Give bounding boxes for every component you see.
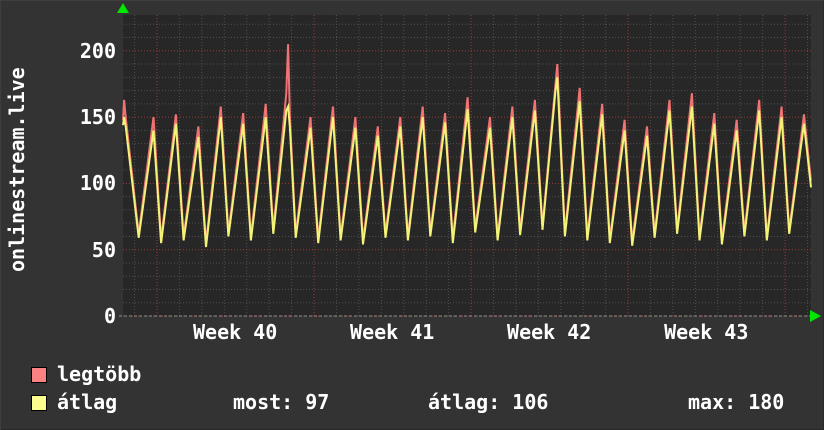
stat-max: max: 180 — [688, 390, 785, 414]
x-tick-label: Week 42 — [507, 320, 592, 344]
stat-most: most: 97 — [233, 390, 330, 414]
y-tick-label: 100 — [79, 171, 116, 196]
x-tick-label: Week 41 — [350, 320, 435, 344]
legend-label-legtobb: legtöbb — [57, 362, 142, 386]
y-tick-label: 150 — [79, 105, 116, 130]
legend-row-atlag: átlag — [31, 390, 118, 414]
x-axis-arrow-icon — [810, 310, 821, 322]
y-axis-arrow-icon — [117, 3, 129, 13]
legend-label-atlag: átlag — [57, 390, 118, 414]
y-tick-label: 50 — [91, 237, 116, 262]
x-tick-label: Week 43 — [664, 320, 749, 344]
legend-swatch-legtobb — [31, 366, 47, 383]
legend-row-legtobb: legtöbb — [31, 362, 142, 386]
vertical-axis-title: onlinestream.live — [5, 67, 29, 273]
y-tick-label: 0 — [103, 304, 116, 328]
stat-atlag: átlag: 106 — [428, 390, 549, 414]
legend-swatch-atlag — [31, 394, 47, 411]
x-tick-label: Week 40 — [193, 320, 278, 344]
y-tick-label: 200 — [79, 38, 116, 63]
rrd-graph: onlinestream.live 0 50 100 150 200 Week 40 Wee… — [0, 0, 824, 430]
